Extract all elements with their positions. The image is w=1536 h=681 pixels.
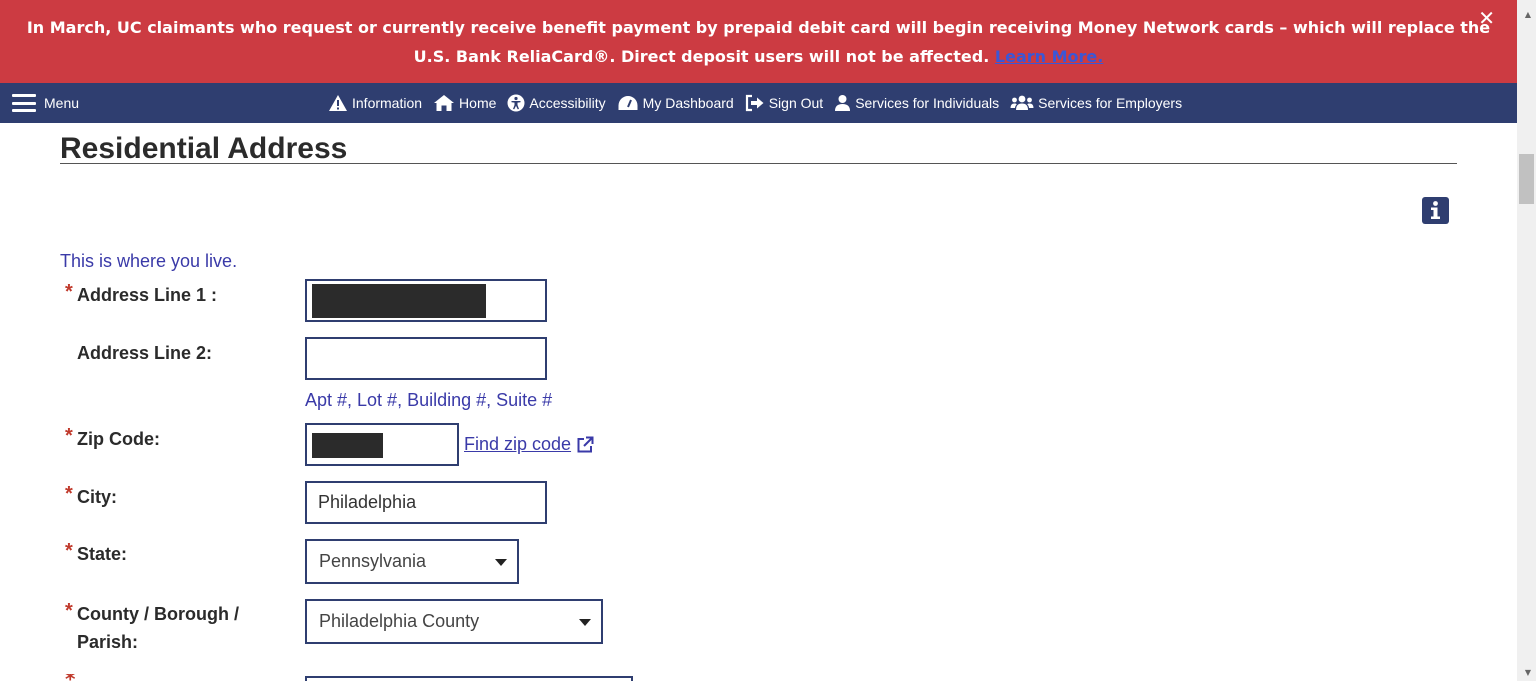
menu-button[interactable]: Menu [12, 83, 79, 123]
nav-link-sign-out[interactable]: Sign Out [745, 94, 823, 112]
dashboard-icon [618, 96, 638, 110]
chevron-down-icon [579, 618, 591, 626]
nav-link-label: Accessibility [529, 95, 606, 111]
find-zip-code-link[interactable]: Find zip code [464, 434, 594, 455]
zip-code-input[interactable] [305, 423, 459, 466]
required-marker: * [65, 540, 73, 562]
close-icon[interactable]: ✕ [1478, 8, 1495, 28]
alert-banner: In March, UC claimants who request or cu… [0, 0, 1517, 83]
menu-label: Menu [44, 95, 80, 111]
required-marker: * [65, 281, 73, 303]
redacted-value [312, 433, 383, 458]
nav-link-label: Sign Out [768, 95, 824, 111]
nav-link-label: Services for Individuals [855, 95, 1000, 111]
user-icon [835, 95, 851, 111]
scroll-down-icon[interactable]: ▼ [1525, 668, 1531, 677]
top-nav: Menu Information Home Accessibility My D… [0, 83, 1517, 123]
address-line2-input[interactable] [305, 337, 547, 380]
page-title: Residential Address [60, 132, 348, 165]
required-marker: * [65, 600, 73, 622]
nav-link-accessibility[interactable]: Accessibility [507, 94, 606, 112]
alert-text-line1: In March, UC claimants who request or cu… [26, 18, 1491, 37]
city-input[interactable]: Philadelphia [305, 481, 547, 524]
page-scrollbar[interactable]: ▲ ▼ [1517, 0, 1536, 681]
address-line1-label: * Address Line 1 : [65, 281, 217, 309]
learn-more-link[interactable]: Learn More. [995, 47, 1103, 66]
warning-icon [329, 95, 347, 111]
nav-link-label: Information [352, 95, 423, 111]
required-marker: * [65, 674, 75, 681]
state-select[interactable]: Pennsylvania [305, 539, 519, 584]
nav-link-home[interactable]: Home [433, 94, 496, 112]
city-label: * City: [65, 483, 117, 511]
nav-link-services-individuals[interactable]: Services for Individuals [834, 94, 999, 112]
state-value: Pennsylvania [319, 551, 427, 571]
city-value: Philadelphia [318, 492, 417, 512]
address-line1-input[interactable] [305, 279, 547, 322]
sign-out-icon [745, 94, 764, 112]
alert-text-line2: U.S. Bank ReliaCard®. Direct deposit use… [413, 47, 990, 66]
scroll-up-icon[interactable]: ▲ [1525, 10, 1531, 19]
nav-link-services-employers[interactable]: Services for Employers [1010, 94, 1182, 112]
redacted-value [312, 284, 486, 318]
intro-text: This is where you live. [60, 251, 238, 271]
hamburger-icon [12, 94, 36, 112]
nav-link-dashboard[interactable]: My Dashboard [617, 94, 734, 112]
county-label: * County / Borough / Parish: [65, 600, 239, 656]
required-marker: * [65, 483, 73, 505]
scroll-thumb[interactable] [1519, 154, 1534, 204]
heading-divider [60, 163, 1457, 164]
external-link-icon [577, 436, 594, 452]
address-line2-label: Address Line 2: [77, 343, 213, 363]
zip-code-label: * Zip Code: [65, 425, 160, 453]
users-icon [1010, 95, 1034, 110]
county-value: Philadelphia County [319, 611, 480, 631]
info-help-icon[interactable] [1422, 197, 1449, 224]
nav-link-label: Home [459, 95, 497, 111]
home-icon [434, 95, 455, 111]
nav-link-label: My Dashboard [642, 95, 734, 111]
nav-link-label: Services for Employers [1038, 95, 1183, 111]
state-label: * State: [65, 540, 127, 568]
address-line2-hint: Apt #, Lot #, Building #, Suite # [305, 390, 553, 410]
nav-link-information[interactable]: Information [328, 94, 422, 112]
chevron-down-icon [495, 558, 507, 566]
next-field-input[interactable] [305, 676, 633, 681]
county-select[interactable]: Philadelphia County [305, 599, 603, 644]
accessibility-icon [507, 94, 525, 112]
required-marker: * [65, 425, 73, 447]
